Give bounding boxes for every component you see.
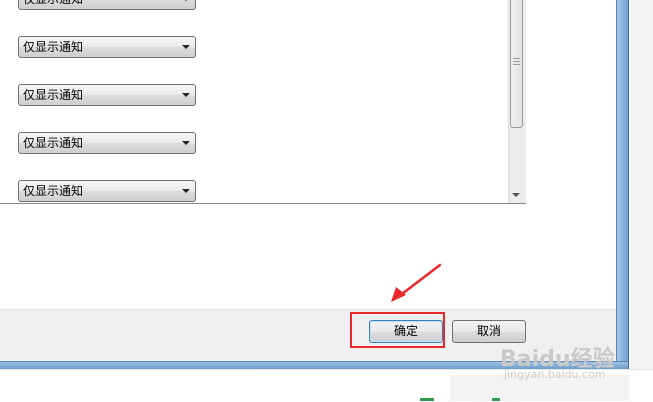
dropdown-arrow-icon — [182, 141, 190, 145]
notification-icon-list: 仅显示通知 仅显示通知 仅显示通知 仅显示通知 仅显示通知 — [0, 0, 526, 204]
dropdown-arrow-icon — [182, 93, 190, 97]
behavior-select[interactable]: 仅显示通知 — [18, 180, 196, 202]
behavior-select[interactable]: 仅显示通知 — [18, 0, 196, 10]
cancel-button[interactable]: 取消 — [452, 320, 526, 343]
thumb-grip — [513, 58, 520, 59]
behavior-select-value: 仅显示通知 — [23, 0, 83, 9]
watermark-url: jingyan.baidu.com — [504, 368, 606, 381]
dropdown-arrow-icon — [182, 45, 190, 49]
behavior-select[interactable]: 仅显示通知 — [18, 84, 196, 106]
behavior-select[interactable]: 仅显示通知 — [18, 36, 196, 58]
behavior-select-value: 仅显示通知 — [23, 40, 84, 54]
behavior-select[interactable]: 仅显示通知 — [18, 132, 196, 154]
scroll-down-arrow-icon[interactable] — [512, 193, 520, 197]
annotation-highlight-box — [350, 312, 445, 348]
annotation-arrow-icon — [391, 263, 442, 302]
dropdown-arrow-icon — [182, 189, 190, 193]
behavior-select-value: 仅显示通知 — [23, 136, 84, 150]
thumb-grip — [513, 64, 520, 65]
dropdown-arrow-icon — [182, 0, 190, 1]
behavior-select-value: 仅显示通知 — [23, 88, 84, 102]
thumb-grip — [513, 61, 520, 62]
notification-settings-dialog: 仅显示通知 仅显示通知 仅显示通知 仅显示通知 仅显示通知 确定 取消 — [0, 0, 616, 362]
background-window — [629, 0, 653, 401]
behavior-select-value: 仅显示通知 — [23, 184, 84, 198]
